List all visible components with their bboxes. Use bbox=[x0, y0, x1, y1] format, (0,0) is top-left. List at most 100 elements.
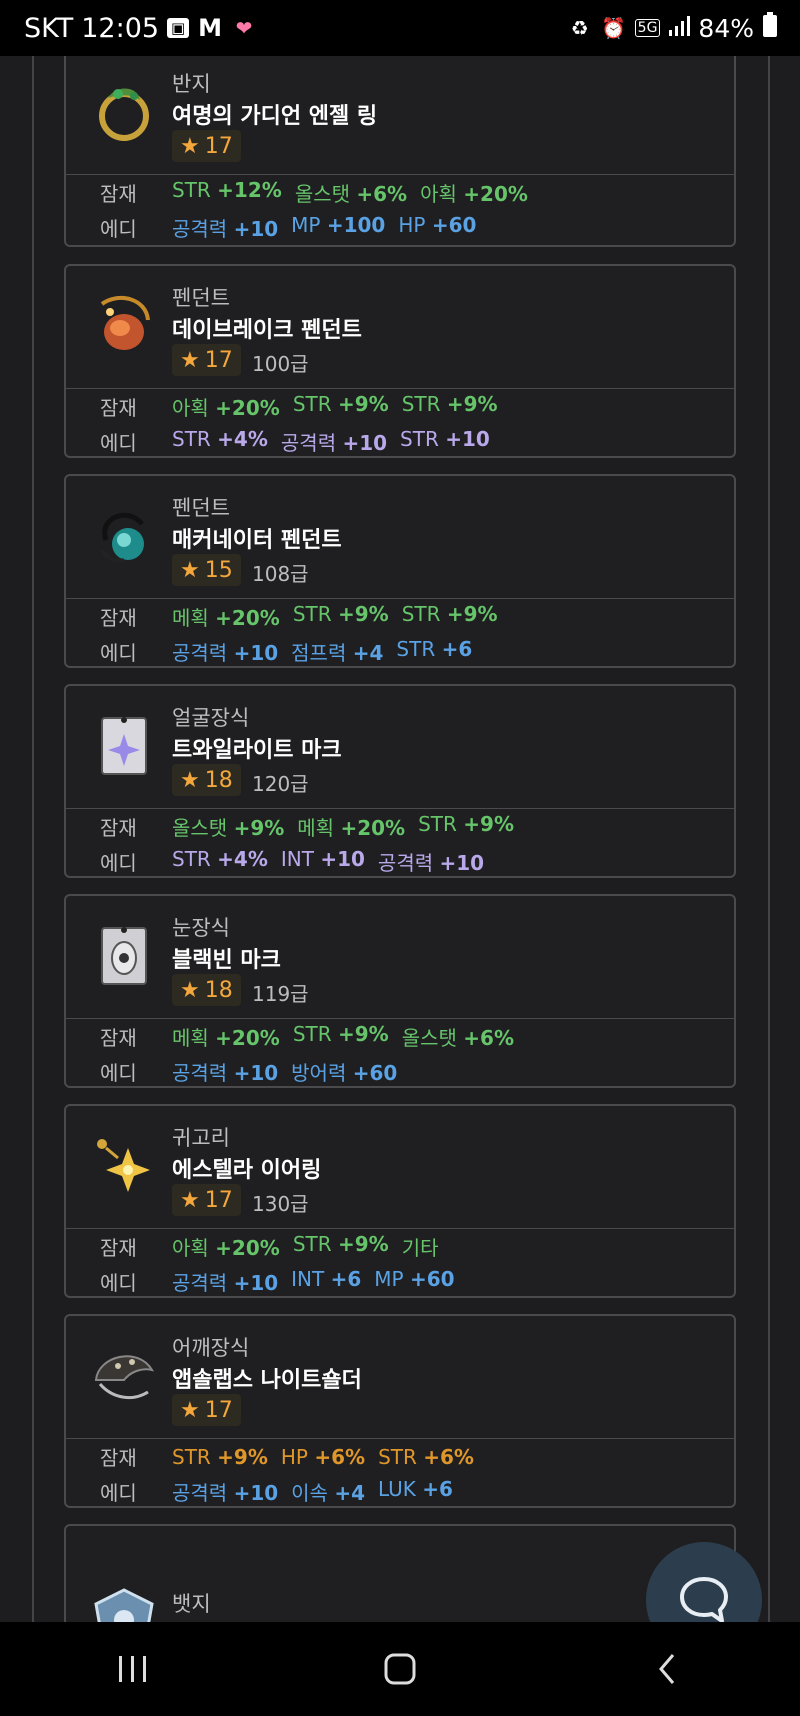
option: 올스탯 +6% bbox=[294, 182, 408, 206]
option: 아획 +20% bbox=[420, 182, 528, 206]
option: STR +6 bbox=[396, 637, 473, 661]
star-count: 18 bbox=[204, 767, 233, 793]
additional-label: 에디 bbox=[100, 217, 137, 241]
equipment-card[interactable]: 펜던트 매커네이터 펜던트 ★ 15 108급 잠재 메획 +20% STR +9… bbox=[64, 474, 736, 668]
potential-row: 잠재 아획 +20% STR +9% STR +9% bbox=[66, 389, 734, 424]
additional-row: 에디 공격력 +10 MP +100 HP +60 bbox=[66, 210, 734, 245]
option: STR +4% bbox=[172, 847, 268, 871]
carrier-label: SKT bbox=[24, 12, 74, 44]
recent-apps-button[interactable] bbox=[73, 1639, 193, 1699]
additional-options: 공격력 +10 점프력 +4 STR +6 bbox=[172, 637, 472, 666]
option: 올스탯 +6% bbox=[401, 1026, 514, 1050]
additional-options: 공격력 +10 INT +6 MP +60 bbox=[172, 1267, 455, 1296]
equipment-card[interactable]: 뱃지 bbox=[64, 1524, 736, 1622]
clock-label: 12:05 bbox=[81, 12, 160, 44]
potential-row: 잠재 메획 +20% STR +9% 올스탯 +6% bbox=[66, 1019, 734, 1054]
gallery-notification-icon: ▣ bbox=[167, 18, 190, 38]
item-category: 귀고리 bbox=[172, 1126, 230, 1150]
option: 메획 +20% bbox=[297, 816, 406, 840]
equipment-card-header: 눈장식 블랙빈 마크 ★ 18 119급 bbox=[66, 896, 734, 1018]
item-name: 데이브레이크 펜던트 bbox=[172, 318, 362, 343]
equipment-card-header: 펜던트 데이브레이크 펜던트 ★ 17 100급 bbox=[66, 266, 734, 388]
home-button[interactable] bbox=[340, 1639, 460, 1699]
star-count: 15 bbox=[204, 557, 233, 583]
option: 공격력 +10 bbox=[172, 641, 279, 665]
potential-label: 잠재 bbox=[100, 182, 137, 206]
face-mark-item-icon bbox=[101, 717, 147, 775]
status-bar: SKT 12:05 ▣ M ❤ ♻ ⏰ 5G 84% bbox=[0, 0, 800, 56]
additional-row: 에디 공격력 +10 방어력 +60 bbox=[66, 1054, 734, 1086]
star-icon: ★ bbox=[180, 1397, 200, 1423]
item-category: 눈장식 bbox=[172, 916, 230, 940]
earring-item-icon bbox=[97, 1139, 150, 1192]
additional-label: 에디 bbox=[100, 1271, 137, 1295]
star-count: 17 bbox=[204, 1187, 233, 1213]
option: 기타 bbox=[401, 1236, 439, 1260]
option: INT +10 bbox=[280, 847, 365, 871]
app-m-notification-icon: M bbox=[198, 14, 222, 42]
equipment-card[interactable]: 반지 여명의 가디언 엔젤 링 ★ 17 잠재 STR +12% 올스탯 +6% … bbox=[64, 56, 736, 247]
star-count: 18 bbox=[204, 977, 233, 1003]
additional-label: 에디 bbox=[100, 1061, 137, 1085]
item-level: 130급 bbox=[252, 1192, 309, 1216]
item-level: 119급 bbox=[252, 982, 309, 1006]
option: 이속 +4 bbox=[291, 1481, 366, 1505]
item-level: 108급 bbox=[252, 562, 309, 586]
potential-options: 올스탯 +9% 메획 +20% STR +9% bbox=[172, 812, 514, 841]
equipment-card-header: 어깨장식 앱솔랩스 나이트숄더 ★ 17 bbox=[66, 1316, 734, 1438]
option: MP +100 bbox=[291, 213, 386, 237]
star-icon: ★ bbox=[180, 1187, 200, 1213]
option: 공격력 +10 bbox=[172, 1271, 279, 1295]
starforce-badge: ★ 18 bbox=[172, 764, 241, 796]
item-category: 펜던트 bbox=[172, 496, 230, 520]
pendant-item-icon bbox=[100, 512, 144, 563]
option: STR +9% bbox=[292, 1022, 389, 1046]
option: STR +9% bbox=[292, 1232, 389, 1256]
option: 공격력 +10 bbox=[172, 217, 279, 241]
option: 방어력 +60 bbox=[291, 1061, 398, 1085]
starforce-badge: ★ 18 bbox=[172, 974, 241, 1006]
equipment-card[interactable]: 얼굴장식 트와일라이트 마크 ★ 18 120급 잠재 올스탯 +9% 메획 +2… bbox=[64, 684, 736, 878]
equipment-card[interactable]: 펜던트 데이브레이크 펜던트 ★ 17 100급 잠재 아획 +20% STR +… bbox=[64, 264, 736, 458]
option: 올스탯 +9% bbox=[172, 816, 285, 840]
item-name: 앱솔랩스 나이트숄더 bbox=[172, 1368, 362, 1393]
potential-label: 잠재 bbox=[100, 396, 137, 420]
option: 공격력 +10 bbox=[280, 431, 388, 455]
star-count: 17 bbox=[204, 347, 233, 373]
potential-label: 잠재 bbox=[100, 606, 137, 630]
recent-apps-icon bbox=[119, 1656, 147, 1682]
equipment-card-header: 얼굴장식 트와일라이트 마크 ★ 18 120급 bbox=[66, 686, 734, 808]
option: 아획 +20% bbox=[172, 396, 280, 420]
additional-label: 에디 bbox=[100, 641, 137, 665]
alarm-icon: ⏰ bbox=[601, 16, 627, 40]
additional-label: 에디 bbox=[100, 851, 137, 875]
equipment-list-screen[interactable]: 반지 여명의 가디언 엔젤 링 ★ 17 잠재 STR +12% 올스탯 +6% … bbox=[0, 56, 800, 1622]
shoulder-item-icon bbox=[94, 1355, 155, 1400]
starforce-badge: ★ 17 bbox=[172, 1394, 241, 1426]
additional-options: 공격력 +10 이속 +4 LUK +6 bbox=[172, 1477, 453, 1506]
star-icon: ★ bbox=[180, 347, 200, 373]
additional-options: STR +4% 공격력 +10 STR +10 bbox=[172, 427, 490, 456]
back-button[interactable] bbox=[607, 1639, 727, 1699]
option: 공격력 +10 bbox=[377, 851, 485, 875]
option: 아획 +20% bbox=[172, 1236, 280, 1260]
potential-label: 잠재 bbox=[100, 816, 137, 840]
option: MP +60 bbox=[374, 1267, 455, 1291]
item-name: 여명의 가디언 엔젤 링 bbox=[172, 104, 378, 129]
option: 공격력 +10 bbox=[172, 1061, 279, 1085]
potential-row: 잠재 아획 +20% STR +9% 기타 bbox=[66, 1229, 734, 1264]
potential-options: 아획 +20% STR +9% STR +9% bbox=[172, 392, 498, 421]
right-panel-border bbox=[768, 56, 770, 1622]
potential-row: 잠재 메획 +20% STR +9% STR +9% bbox=[66, 599, 734, 634]
additional-label: 에디 bbox=[100, 431, 137, 455]
option: 점프력 +4 bbox=[291, 641, 384, 665]
equipment-card[interactable]: 귀고리 에스텔라 이어링 ★ 17 130급 잠재 아획 +20% STR +9%… bbox=[64, 1104, 736, 1298]
equipment-card[interactable]: 어깨장식 앱솔랩스 나이트숄더 ★ 17 잠재 STR +9% HP +6% ST… bbox=[64, 1314, 736, 1508]
equipment-card[interactable]: 눈장식 블랙빈 마크 ★ 18 119급 잠재 메획 +20% STR +9% 올… bbox=[64, 894, 736, 1088]
additional-row: 에디 공격력 +10 점프력 +4 STR +6 bbox=[66, 634, 734, 666]
item-category: 반지 bbox=[172, 72, 211, 96]
additional-options: STR +4% INT +10 공격력 +10 bbox=[172, 847, 484, 876]
potential-row: 잠재 STR +9% HP +6% STR +6% bbox=[66, 1439, 734, 1474]
back-icon bbox=[658, 1654, 674, 1684]
option: 공격력 +10 bbox=[172, 1481, 279, 1505]
